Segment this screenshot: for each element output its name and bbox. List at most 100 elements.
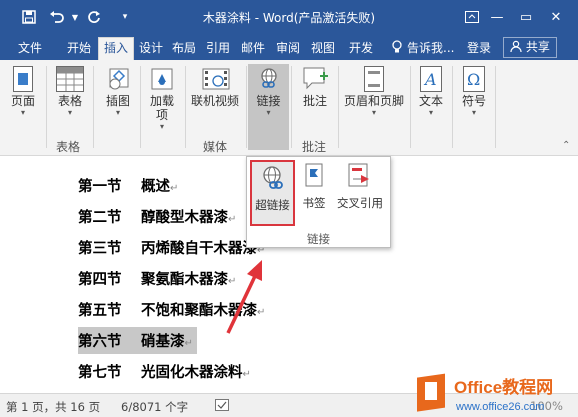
links-button[interactable]: 链接 ▾ <box>248 64 289 150</box>
user-icon <box>510 40 526 54</box>
links-dropdown: 超链接 书签 交叉引用 链接 <box>246 156 391 248</box>
tab-mailings[interactable]: 邮件 <box>238 38 268 60</box>
tab-file[interactable]: 文件 <box>10 38 50 60</box>
share-label: 共享 <box>525 40 550 54</box>
heading-line[interactable]: 第一节 概述↵ <box>78 175 178 196</box>
login-link[interactable]: 登录 <box>467 38 491 58</box>
pages-button[interactable]: 页面 ▾ <box>4 66 42 118</box>
tab-view[interactable]: 视图 <box>308 38 338 60</box>
tell-me-box[interactable]: 告诉我... <box>407 38 454 58</box>
heading-line[interactable]: 第四节 聚氨酯木器漆↵ <box>78 268 236 289</box>
tab-references[interactable]: 引用 <box>203 38 233 60</box>
separator <box>338 66 339 148</box>
restore-button[interactable]: ▭ <box>515 6 537 28</box>
group-label-table: 表格 <box>56 140 81 154</box>
online-video-button[interactable]: 联机视频 <box>189 66 241 108</box>
chevron-down-icon: ▾ <box>159 122 164 131</box>
symbols-label: 符号 <box>461 94 486 108</box>
word-count[interactable]: 6/8071 个字 <box>121 399 188 415</box>
cross-reference-icon <box>347 163 373 189</box>
links-label: 链接 <box>256 94 281 108</box>
hyperlink-icon <box>260 165 286 191</box>
cross-reference-label: 交叉引用 <box>337 196 383 210</box>
separator <box>291 66 292 148</box>
selected-heading-line[interactable]: 第六节 硝基漆↵ <box>78 327 197 354</box>
close-button[interactable]: ✕ <box>545 6 567 28</box>
table-button[interactable]: 表格 ▾ <box>52 66 88 118</box>
chevron-down-icon: ▾ <box>371 108 376 117</box>
group-label-comment: 批注 <box>302 140 327 154</box>
omega-icon: Ω <box>463 66 485 92</box>
chevron-down-icon: ▾ <box>428 108 433 117</box>
heading-line[interactable]: 第五节 不饱和聚酯木器漆↵ <box>78 299 265 320</box>
bookmark-label: 书签 <box>302 196 326 210</box>
tab-insert[interactable]: 插入 <box>98 37 134 60</box>
table-label: 表格 <box>57 94 82 108</box>
comment-icon <box>302 66 328 92</box>
illustrations-button[interactable]: 插图 ▾ <box>100 66 136 118</box>
share-button[interactable]: 共享 <box>503 37 557 58</box>
separator <box>93 66 94 148</box>
header-footer-icon <box>364 66 384 92</box>
separator <box>140 66 141 148</box>
illustration-icon <box>105 66 131 92</box>
chevron-down-icon: ▾ <box>115 108 120 117</box>
heading-line[interactable]: 第三节 丙烯酸自干木器漆↵ <box>78 237 265 258</box>
separator <box>452 66 453 148</box>
text-box-icon: A <box>420 66 442 92</box>
comment-button[interactable]: 批注 <box>295 66 335 108</box>
ribbon-options-icon[interactable] <box>461 6 483 28</box>
chevron-down-icon: ▾ <box>471 108 476 117</box>
ribbon-tabs: 文件 开始 插入 设计 布局 引用 邮件 审阅 视图 开发 告诉我... 登录 … <box>0 34 578 60</box>
addins-label: 加载项 <box>149 94 174 122</box>
tab-layout[interactable]: 布局 <box>169 38 199 60</box>
text-button[interactable]: A 文本 ▾ <box>414 66 448 118</box>
hyperlink-button[interactable]: 超链接 <box>250 160 295 226</box>
separator <box>185 66 186 148</box>
logo-name: Office教程网 <box>454 377 553 397</box>
video-icon <box>202 66 230 92</box>
online-video-label: 联机视频 <box>190 94 239 108</box>
page-count[interactable]: 第 1 页，共 16 页 <box>6 399 100 415</box>
svg-text:Ω: Ω <box>467 70 480 89</box>
svg-text:A: A <box>423 70 437 89</box>
links-group-label: 链接 <box>307 232 330 246</box>
symbols-button[interactable]: Ω 符号 ▾ <box>457 66 491 118</box>
tab-design[interactable]: 设计 <box>136 38 166 60</box>
separator <box>410 66 411 148</box>
chevron-down-icon: ▾ <box>20 108 25 117</box>
chevron-down-icon: ▾ <box>266 108 271 117</box>
addin-icon <box>149 66 175 92</box>
pages-label: 页面 <box>10 94 35 108</box>
bookmark-button[interactable]: 书签 <box>299 163 329 211</box>
logo-url: www.office26.com <box>455 401 544 413</box>
addins-button[interactable]: 加载项 ▾ <box>144 66 180 132</box>
ribbon-panel: 页面 ▾ 表格 ▾ 表格 插图 ▾ 加载项 ▾ 联机视频 媒体 链接 ▾ 批注 … <box>0 60 578 156</box>
tab-developer[interactable]: 开发 <box>343 38 379 60</box>
hyperlink-label: 超链接 <box>255 198 290 212</box>
proofing-icon[interactable] <box>215 399 229 414</box>
heading-line[interactable]: 第七节 光固化木器涂料↵ <box>78 361 251 382</box>
comment-label: 批注 <box>302 94 327 108</box>
group-label-media: 媒体 <box>203 140 228 154</box>
illustrations-label: 插图 <box>105 94 130 108</box>
tab-home[interactable]: 开始 <box>62 38 96 60</box>
minimize-button[interactable]: — <box>486 6 508 28</box>
header-footer-button[interactable]: 页眉和页脚 ▾ <box>341 66 407 118</box>
page-icon <box>13 66 33 92</box>
tab-review[interactable]: 审阅 <box>273 38 303 60</box>
office-tutorial-logo: Office教程网 www.office26.com <box>414 368 578 416</box>
separator <box>495 66 496 148</box>
title-bar: ▼ ▾ 木器涂料 - Word(产品激活失败) — ▭ ✕ <box>0 0 578 34</box>
header-footer-label: 页眉和页脚 <box>343 94 404 108</box>
collapse-ribbon-icon[interactable]: ⌃ <box>562 140 570 151</box>
chevron-down-icon: ▾ <box>67 108 72 117</box>
cross-reference-button[interactable]: 交叉引用 <box>333 163 387 211</box>
link-icon <box>256 66 282 92</box>
text-label: 文本 <box>418 94 443 108</box>
separator <box>46 66 47 148</box>
bookmark-icon <box>301 163 327 189</box>
separator <box>246 66 247 148</box>
table-icon <box>56 66 84 92</box>
heading-line[interactable]: 第二节 醇酸型木器漆↵ <box>78 206 236 227</box>
